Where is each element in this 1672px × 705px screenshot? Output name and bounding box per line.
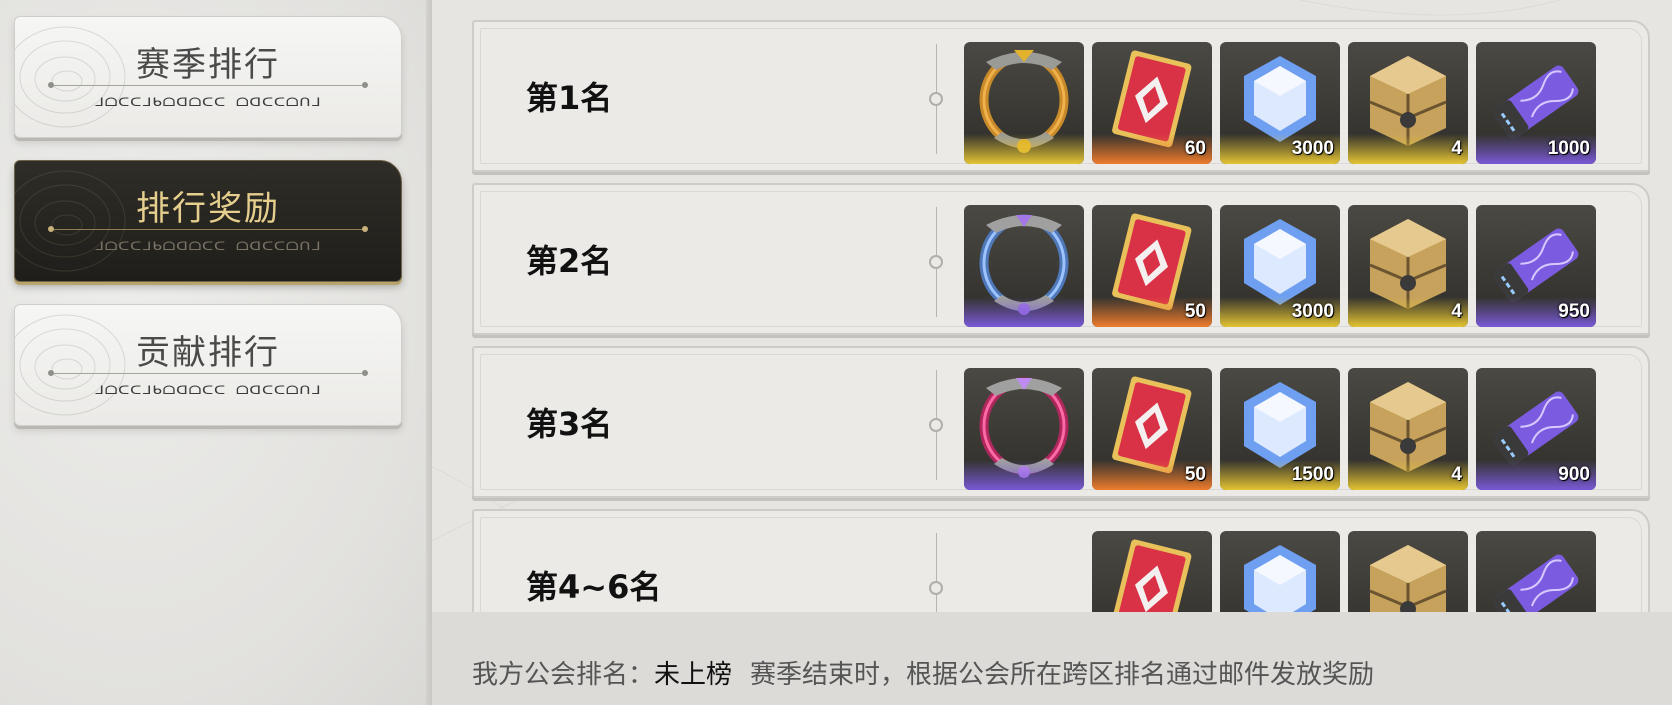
rarity-bar	[1348, 297, 1468, 327]
reward-items	[964, 531, 1608, 612]
divider-node	[929, 418, 943, 432]
rank-label: 第1名	[526, 79, 613, 117]
reward-item[interactable]: 4	[1348, 205, 1468, 327]
reward-row-rank-1: 第1名 60 3000 4 1000	[472, 20, 1650, 172]
reward-item[interactable]: 3000	[1220, 205, 1340, 327]
reward-item[interactable]	[964, 205, 1084, 327]
reward-item[interactable]: 1500	[1220, 368, 1340, 490]
item-count: 3000	[1291, 301, 1334, 322]
reward-item[interactable]	[1220, 531, 1340, 612]
item-count: 900	[1558, 464, 1590, 485]
item-count: 950	[1558, 301, 1590, 322]
reward-item[interactable]	[1476, 531, 1596, 612]
rarity-bar	[1348, 134, 1468, 164]
decorative-glyph-text: ᒧᗝᑕᑕᒧᑲᗝᗡᗝᑕᑕ ᗝᗡᑕᑕᗝᑎᒧ	[94, 383, 322, 397]
item-count: 4	[1451, 138, 1462, 159]
nav-label: 贡献排行	[136, 333, 280, 373]
rarity-bar	[1348, 460, 1468, 490]
reward-items: 50 1500 4 900	[964, 368, 1608, 490]
nav-season-ranking-button[interactable]: 赛季排行 ᒧᗝᑕᑕᒧᑲᗝᗡᗝᑕᑕ ᗝᗡᑕᑕᗝᑎᒧ	[14, 16, 402, 138]
reward-item[interactable]: 4	[1348, 368, 1468, 490]
divider	[48, 370, 368, 376]
guild-rank-label: 我方公会排名：	[472, 660, 655, 690]
rank-label: 第2名	[526, 242, 613, 280]
footer-bar: 我方公会排名：未上榜 赛季结束时，根据公会所在跨区排名通过邮件发放奖励	[432, 612, 1672, 705]
reward-item[interactable]: 950	[1476, 205, 1596, 327]
rarity-bar	[964, 460, 1084, 490]
nav-label: 赛季排行	[136, 45, 280, 85]
guild-rank-status: 我方公会排名：未上榜 赛季结束时，根据公会所在跨区排名通过邮件发放奖励	[472, 654, 1374, 691]
item-count: 3000	[1291, 138, 1334, 159]
item-count: 1500	[1291, 464, 1334, 485]
rank-label: 第4~6名	[526, 568, 662, 606]
reward-item[interactable]: 900	[1476, 368, 1596, 490]
reward-item[interactable]	[1348, 531, 1468, 612]
rank-label: 第3名	[526, 405, 613, 443]
item-count: 4	[1451, 464, 1462, 485]
left-panel: 赛季排行 ᒧᗝᑕᑕᒧᑲᗝᗡᗝᑕᑕ ᗝᗡᑕᑕᗝᑎᒧ 排行奖励 ᒧᗝᑕᑕᒧᑲᗝᗡᗝᑕ…	[0, 0, 432, 705]
item-count: 50	[1184, 301, 1206, 322]
divider-node	[929, 581, 943, 595]
divider	[48, 226, 368, 232]
item-count: 1000	[1547, 138, 1590, 159]
divider-node	[929, 92, 943, 106]
reward-item[interactable]: 60	[1092, 42, 1212, 164]
reward-row-rank-4-6: 第4~6名	[472, 509, 1650, 612]
divider-node	[929, 255, 943, 269]
decorative-glyph-text: ᒧᗝᑕᑕᒧᑲᗝᗡᗝᑕᑕ ᗝᗡᑕᑕᗝᑎᒧ	[94, 95, 322, 109]
decorative-glyph-text: ᒧᗝᑕᑕᒧᑲᗝᗡᗝᑕᑕ ᗝᗡᑕᑕᗝᑎᒧ	[94, 239, 322, 253]
rarity-bar	[964, 297, 1084, 327]
guild-rank-value: 未上榜	[654, 660, 733, 690]
reward-note: 赛季结束时，根据公会所在跨区排名通过邮件发放奖励	[750, 660, 1375, 690]
nav-ranking-rewards-button[interactable]: 排行奖励 ᒧᗝᑕᑕᒧᑲᗝᗡᗝᑕᑕ ᗝᗡᑕᑕᗝᑎᒧ	[14, 160, 402, 282]
reward-item[interactable]: 50	[1092, 368, 1212, 490]
reward-list[interactable]: 第1名 60 3000 4 1000 第2名 50 3000 4 950 第3名 50 150…	[472, 0, 1650, 612]
reward-row-rank-3: 第3名 50 1500 4 900	[472, 346, 1650, 498]
item-count: 60	[1184, 138, 1206, 159]
nav-label: 排行奖励	[136, 189, 280, 229]
nav-contribution-ranking-button[interactable]: 贡献排行 ᒧᗝᑕᑕᒧᑲᗝᗡᗝᑕᑕ ᗝᗡᑕᑕᗝᑎᒧ	[14, 304, 402, 426]
reward-item[interactable]	[964, 42, 1084, 164]
item-count: 50	[1184, 464, 1206, 485]
reward-item[interactable]	[1092, 531, 1212, 612]
divider	[936, 533, 937, 612]
reward-item[interactable]	[964, 368, 1084, 490]
rarity-bar	[964, 134, 1084, 164]
reward-item[interactable]: 50	[1092, 205, 1212, 327]
reward-row-rank-2: 第2名 50 3000 4 950	[472, 183, 1650, 335]
reward-item[interactable]: 4	[1348, 42, 1468, 164]
reward-item[interactable]: 1000	[1476, 42, 1596, 164]
item-count: 4	[1451, 301, 1462, 322]
divider	[48, 82, 368, 88]
reward-items: 60 3000 4 1000	[964, 42, 1608, 164]
reward-item[interactable]: 3000	[1220, 42, 1340, 164]
reward-items: 50 3000 4 950	[964, 205, 1608, 327]
